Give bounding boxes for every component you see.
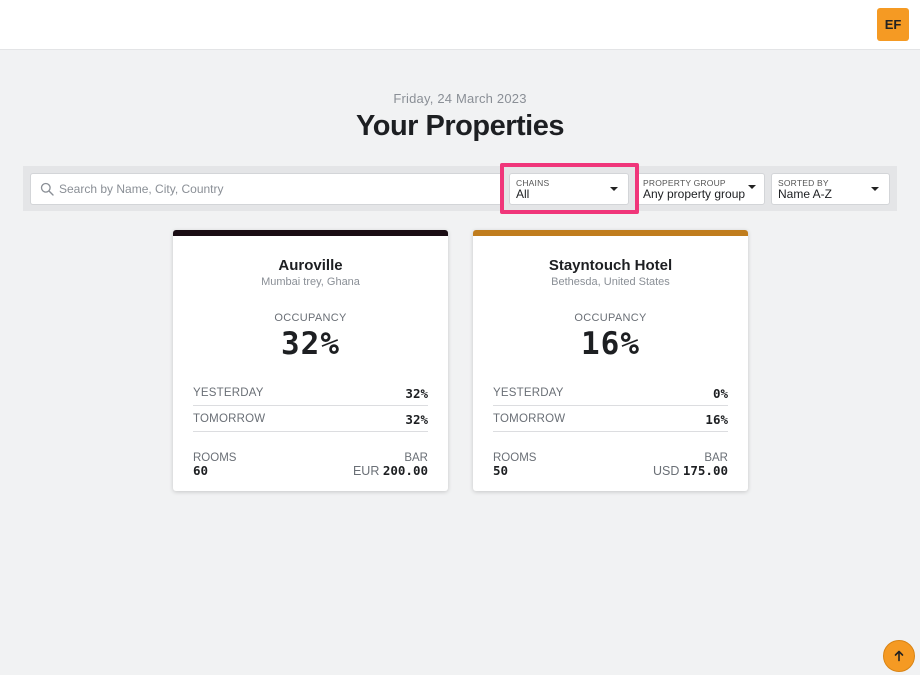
current-date: Friday, 24 March 2023 — [393, 91, 527, 106]
yesterday-label: YESTERDAY — [193, 387, 264, 399]
scroll-to-top-button[interactable] — [883, 640, 915, 672]
bar-amount: 175.00 — [682, 463, 728, 478]
tomorrow-value: 16% — [705, 412, 728, 427]
bar-value: EUR 200.00 — [352, 463, 428, 479]
tomorrow-row: TOMORROW 16% — [493, 406, 728, 432]
property-location: Mumbai trey, Ghana — [261, 276, 360, 288]
sorted-by-value: Name A-Z — [778, 187, 833, 201]
search-box[interactable] — [30, 173, 504, 205]
bar-value: USD 175.00 — [652, 463, 728, 479]
arrow-up-icon — [894, 650, 904, 662]
rooms-block: ROOMS 50 — [493, 452, 536, 478]
property-group-value: Any property group — [643, 187, 746, 201]
card-accent-bar — [173, 230, 448, 236]
chains-dropdown[interactable]: CHAINS All — [509, 173, 629, 205]
bar-currency: USD — [652, 464, 680, 478]
property-name: Auroville — [278, 257, 343, 274]
bar-currency: EUR — [352, 464, 380, 478]
property-card-stayntouch-hotel[interactable]: Stayntouch Hotel Bethesda, United States… — [473, 230, 748, 491]
sorted-by-dropdown[interactable]: SORTED BY Name A-Z — [771, 173, 890, 205]
bar-rate-block: BAR USD 175.00 — [653, 452, 728, 478]
card-accent-bar — [473, 230, 748, 236]
rooms-value: 50 — [493, 463, 509, 478]
yesterday-value: 0% — [712, 386, 728, 401]
search-input[interactable] — [59, 174, 499, 204]
property-group-dropdown[interactable]: PROPERTY GROUP Any property group — [636, 173, 765, 205]
tomorrow-row: TOMORROW 32% — [193, 406, 428, 432]
tomorrow-value: 32% — [405, 412, 428, 427]
chains-label: CHAINS — [516, 178, 550, 188]
caret-down-icon — [871, 187, 879, 191]
rooms-value: 60 — [193, 463, 209, 478]
caret-down-icon — [610, 187, 618, 191]
user-avatar[interactable]: EF — [877, 8, 909, 41]
caret-down-icon — [748, 185, 756, 189]
property-name: Stayntouch Hotel — [548, 257, 673, 274]
yesterday-value: 32% — [405, 386, 428, 401]
top-bar: EF — [0, 0, 920, 50]
rooms-block: ROOMS 60 — [193, 452, 236, 478]
property-card-auroville[interactable]: Auroville Mumbai trey, Ghana OCCUPANCY 3… — [173, 230, 448, 491]
tomorrow-label: TOMORROW — [493, 413, 566, 425]
yesterday-row: YESTERDAY 0% — [493, 380, 728, 406]
property-location: Bethesda, United States — [551, 276, 670, 288]
occupancy-label: OCCUPANCY — [274, 312, 347, 324]
occupancy-value: 16% — [581, 326, 640, 362]
filter-bar: CHAINS All PROPERTY GROUP Any property g… — [23, 166, 897, 211]
bar-rate-block: BAR EUR 200.00 — [353, 452, 428, 478]
chains-value: All — [516, 187, 530, 201]
occupancy-label: OCCUPANCY — [574, 312, 647, 324]
page-title: Your Properties — [356, 110, 564, 142]
bar-amount: 200.00 — [382, 463, 428, 478]
occupancy-value: 32% — [281, 326, 340, 362]
yesterday-label: YESTERDAY — [493, 387, 564, 399]
yesterday-row: YESTERDAY 32% — [193, 380, 428, 406]
tomorrow-label: TOMORROW — [193, 413, 266, 425]
search-icon — [40, 182, 54, 196]
